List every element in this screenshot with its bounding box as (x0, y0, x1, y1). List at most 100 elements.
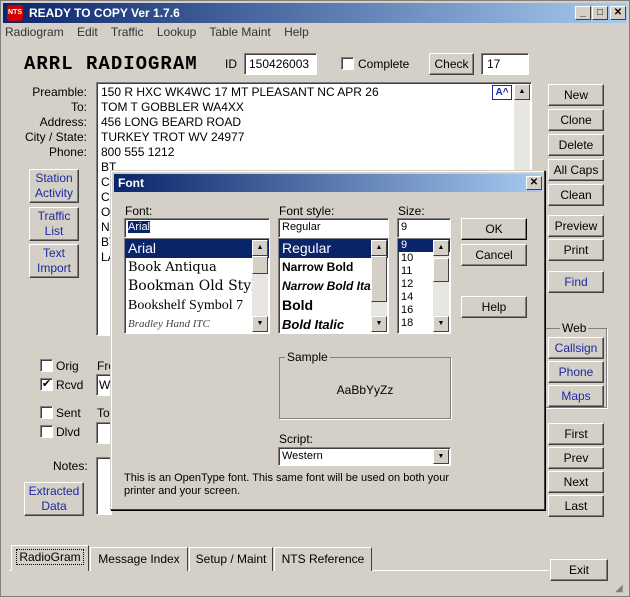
font-list-item[interactable]: Book Antiqua (125, 258, 269, 277)
font-size-button[interactable]: A^ (492, 85, 512, 100)
page-title: ARRL RADIOGRAM (24, 53, 198, 75)
all-caps-button[interactable]: All Caps (548, 159, 604, 181)
dlvd-label: Dlvd (56, 425, 81, 439)
font-input[interactable]: Arial (124, 218, 270, 238)
rcvd-label: Rcvd (56, 378, 84, 392)
scroll-up-icon[interactable]: ▲ (371, 240, 387, 256)
menu-bar: Radiogram Edit Traffic Lookup Table Main… (5, 25, 319, 43)
delete-button[interactable]: Delete (548, 134, 604, 156)
size-input[interactable]: 9 (397, 218, 451, 238)
close-button[interactable]: ✕ (610, 6, 626, 20)
font-label: Font: (125, 204, 153, 218)
scroll-up-icon[interactable]: ▲ (433, 240, 449, 256)
scroll-thumb[interactable] (371, 256, 387, 302)
find-button[interactable]: Find (548, 271, 604, 293)
font-list-item[interactable]: Bradley Hand ITC (125, 315, 269, 333)
tab-setup-maint[interactable]: Setup / Maint (189, 547, 273, 571)
title-bar[interactable]: NTS READY TO COPY Ver 1.7.6 _ □ ✕ (3, 3, 627, 23)
address-label: Address: (39, 115, 87, 129)
first-button[interactable]: First (548, 423, 604, 445)
menu-edit[interactable]: Edit (77, 25, 98, 39)
scroll-down-icon[interactable]: ▼ (252, 316, 268, 332)
maximize-button[interactable]: □ (592, 6, 608, 20)
notes-label: Notes: (53, 459, 88, 473)
phone-label: Phone: (48, 145, 87, 159)
app-icon: NTS (7, 5, 23, 21)
city-line: TURKEY TROT WV 24977 (101, 130, 245, 144)
menu-radiogram[interactable]: Radiogram (5, 25, 64, 39)
resize-grip-icon[interactable]: ◢ (615, 583, 623, 594)
clean-button[interactable]: Clean (548, 184, 604, 206)
id-field[interactable]: 150426003 (244, 53, 317, 75)
font-list-item[interactable]: Bookman Old Style (125, 277, 269, 296)
next-button[interactable]: Next (548, 471, 604, 493)
ok-button[interactable]: OK (461, 218, 527, 240)
size-label: Size: (398, 204, 425, 218)
orig-checkbox[interactable] (40, 359, 53, 372)
menu-table-maint[interactable]: Table Maint (209, 25, 270, 39)
tab-message-index[interactable]: Message Index (90, 547, 188, 571)
style-list-scrollbar[interactable]: ▲ ▼ (371, 240, 387, 332)
scroll-up-icon[interactable]: ▲ (252, 240, 268, 256)
script-select[interactable]: Western ▼ (278, 447, 451, 466)
style-input[interactable]: Regular (278, 218, 389, 238)
last-button[interactable]: Last (548, 495, 604, 517)
callsign-button[interactable]: Callsign (548, 337, 604, 359)
font-list[interactable]: Arial Book Antiqua Bookman Old Style Boo… (124, 238, 270, 334)
maps-button[interactable]: Maps (548, 385, 604, 407)
help-button[interactable]: Help (461, 296, 527, 318)
font-info-text: This is an OpenType font. This same font… (124, 472, 450, 497)
scroll-thumb[interactable] (252, 256, 268, 274)
script-label: Script: (279, 432, 314, 446)
size-list[interactable]: 9 10 11 12 14 16 18 ▲ ▼ (397, 238, 451, 334)
clone-button[interactable]: Clone (548, 109, 604, 131)
print-button[interactable]: Print (548, 239, 604, 261)
window-title: READY TO COPY Ver 1.7.6 (29, 6, 180, 20)
new-button[interactable]: New (548, 84, 604, 106)
scroll-thumb[interactable] (433, 258, 449, 282)
cancel-button[interactable]: Cancel (461, 244, 527, 266)
extracted-data-button[interactable]: Extracted Data (24, 482, 84, 516)
menu-lookup[interactable]: Lookup (157, 25, 196, 39)
tab-nts-reference[interactable]: NTS Reference (274, 547, 372, 571)
complete-checkbox[interactable] (341, 57, 354, 70)
tab-radiogram[interactable]: RadioGram (11, 545, 89, 571)
preamble-label: Preamble: (32, 85, 87, 99)
font-dialog-close-button[interactable]: ✕ (526, 176, 542, 190)
check-field[interactable]: 17 (481, 53, 529, 75)
preview-button[interactable]: Preview (548, 215, 604, 237)
menu-help[interactable]: Help (284, 25, 309, 39)
phone-line: 800 555 1212 (101, 145, 175, 159)
sample-text: AaBbYyZz (336, 383, 394, 397)
station-activity-button[interactable]: Station Activity (29, 169, 79, 203)
size-list-scrollbar[interactable]: ▲ ▼ (433, 240, 449, 332)
scroll-up-icon[interactable]: ▲ (514, 84, 530, 100)
exit-button[interactable]: Exit (550, 559, 608, 581)
font-list-item[interactable]: Bookshelf Symbol 7 (125, 296, 269, 315)
scroll-down-icon[interactable]: ▼ (371, 316, 387, 332)
font-dialog-titlebar[interactable]: Font ✕ (114, 174, 542, 192)
menu-traffic[interactable]: Traffic (111, 25, 144, 39)
chevron-down-icon[interactable]: ▼ (433, 449, 449, 464)
prev-button[interactable]: Prev (548, 447, 604, 469)
id-label: ID (225, 57, 237, 71)
check-button[interactable]: Check (429, 53, 474, 75)
to-line: TOM T GOBBLER WA4XX (101, 100, 244, 114)
font-list-item[interactable]: Arial (125, 239, 269, 258)
dlvd-checkbox[interactable] (40, 425, 53, 438)
rcvd-checkbox[interactable]: ✔ (40, 378, 53, 391)
city-state-label: City / State: (24, 130, 87, 144)
phone-button[interactable]: Phone (548, 361, 604, 383)
script-select-value: Western (282, 450, 323, 462)
traffic-list-button[interactable]: Traffic List (29, 207, 79, 241)
text-import-button[interactable]: Text Import (29, 244, 79, 278)
font-input-text: Arial (128, 221, 151, 233)
font-list-scrollbar[interactable]: ▲ ▼ (252, 240, 268, 332)
preamble-line: 150 R HXC WK4WC 17 MT PLEASANT NC APR 26 (101, 85, 379, 99)
scroll-down-icon[interactable]: ▼ (433, 316, 449, 332)
sent-label: Sent (56, 406, 81, 420)
sent-checkbox[interactable] (40, 406, 53, 419)
minimize-button[interactable]: _ (575, 6, 591, 20)
style-list[interactable]: Regular Narrow Bold Narrow Bold Italic B… (278, 238, 389, 334)
style-label: Font style: (279, 204, 335, 218)
